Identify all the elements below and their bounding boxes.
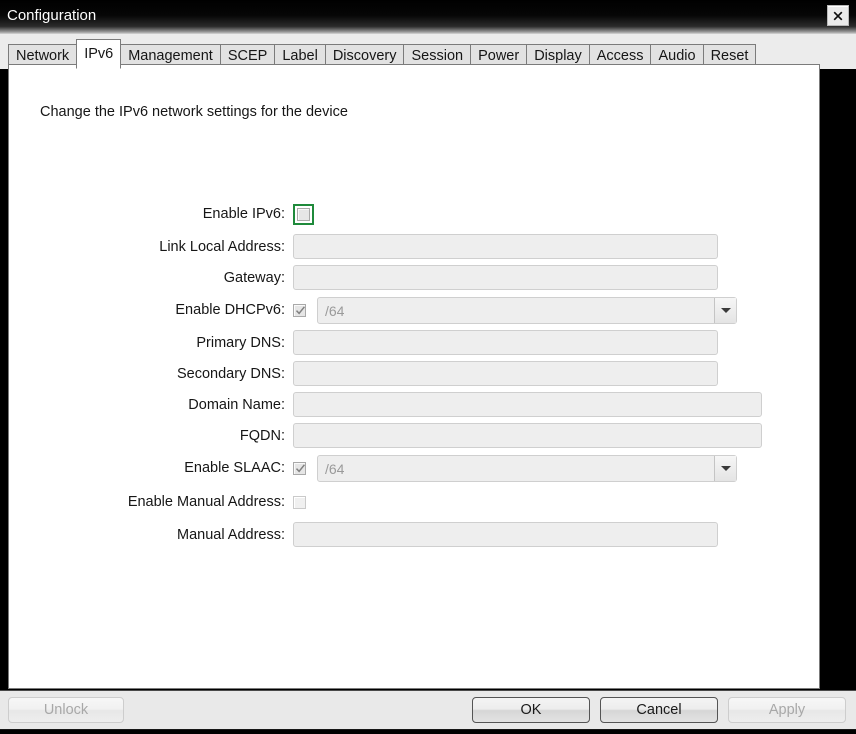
input-fqdn[interactable] bbox=[293, 423, 762, 448]
input-secondary-dns[interactable] bbox=[293, 361, 718, 386]
chevron-down-icon[interactable] bbox=[714, 455, 736, 481]
panel-description: Change the IPv6 network settings for the… bbox=[40, 104, 348, 120]
input-domain-name[interactable] bbox=[293, 392, 762, 417]
field-enable-manual-address bbox=[293, 495, 306, 509]
field-fqdn bbox=[293, 423, 762, 448]
label-primary-dns: Primary DNS: bbox=[196, 334, 285, 351]
dropdown-dhcpv6-prefix[interactable]: /64 bbox=[317, 296, 737, 324]
field-enable-slaac: /64 bbox=[293, 454, 737, 482]
row-fqdn: FQDN: bbox=[9, 420, 821, 451]
close-icon[interactable] bbox=[827, 5, 849, 26]
chevron-down-icon[interactable] bbox=[714, 297, 736, 323]
dropdown-dhcpv6-prefix-value: /64 bbox=[325, 302, 345, 319]
checkbox-enable-ipv6[interactable] bbox=[293, 203, 314, 225]
row-primary-dns: Primary DNS: bbox=[9, 327, 821, 358]
checkmark-icon bbox=[295, 305, 305, 315]
row-domain-name: Domain Name: bbox=[9, 389, 821, 420]
dropdown-slaac-prefix[interactable]: /64 bbox=[317, 454, 737, 482]
configuration-window: Configuration Network IPv6 Management SC… bbox=[0, 0, 856, 734]
row-secondary-dns: Secondary DNS: bbox=[9, 358, 821, 389]
window-title: Configuration bbox=[7, 7, 97, 24]
row-enable-dhcpv6: Enable DHCPv6: /64 bbox=[9, 293, 821, 327]
checkbox-enable-ipv6-box bbox=[297, 207, 310, 221]
input-gateway[interactable] bbox=[293, 265, 718, 290]
input-manual-address[interactable] bbox=[293, 522, 718, 547]
row-enable-ipv6: Enable IPv6: bbox=[9, 197, 821, 231]
ipv6-settings-panel: Change the IPv6 network settings for the… bbox=[8, 64, 820, 689]
field-link-local-address bbox=[293, 234, 718, 259]
label-enable-dhcpv6: Enable DHCPv6: bbox=[175, 302, 285, 318]
row-gateway: Gateway: bbox=[9, 262, 821, 293]
label-manual-address: Manual Address: bbox=[176, 526, 285, 543]
input-link-local-address[interactable] bbox=[293, 234, 718, 259]
label-enable-manual-address: Enable Manual Address: bbox=[127, 494, 285, 510]
field-enable-ipv6 bbox=[293, 203, 314, 225]
field-domain-name bbox=[293, 392, 762, 417]
field-gateway bbox=[293, 265, 718, 290]
ok-button[interactable]: OK bbox=[472, 697, 590, 723]
field-secondary-dns bbox=[293, 361, 718, 386]
label-link-local-address: Link Local Address: bbox=[159, 238, 285, 255]
field-primary-dns bbox=[293, 330, 718, 355]
apply-button[interactable]: Apply bbox=[728, 697, 846, 723]
dialog-button-bar: Unlock OK Cancel Apply bbox=[0, 690, 856, 730]
label-domain-name: Domain Name: bbox=[188, 396, 285, 413]
checkbox-enable-slaac[interactable] bbox=[293, 461, 306, 475]
row-enable-slaac: Enable SLAAC: /64 bbox=[9, 451, 821, 485]
checkbox-enable-manual-address[interactable] bbox=[293, 495, 306, 509]
dropdown-slaac-prefix-value: /64 bbox=[325, 460, 345, 477]
cancel-button[interactable]: Cancel bbox=[600, 697, 718, 723]
title-bar: Configuration bbox=[0, 0, 856, 34]
checkbox-enable-dhcpv6[interactable] bbox=[293, 303, 306, 317]
label-enable-ipv6: Enable IPv6: bbox=[202, 206, 285, 222]
field-manual-address bbox=[293, 522, 718, 547]
unlock-button[interactable]: Unlock bbox=[8, 697, 124, 723]
label-secondary-dns: Secondary DNS: bbox=[177, 365, 285, 382]
tab-ipv6[interactable]: IPv6 bbox=[76, 39, 122, 69]
checkmark-icon bbox=[295, 463, 305, 473]
row-link-local-address: Link Local Address: bbox=[9, 231, 821, 262]
row-manual-address: Manual Address: bbox=[9, 519, 821, 550]
label-gateway: Gateway: bbox=[223, 269, 285, 286]
ipv6-form: Enable IPv6: Link Local Address: Gateway… bbox=[9, 197, 821, 550]
label-enable-slaac: Enable SLAAC: bbox=[184, 460, 285, 476]
row-enable-manual-address: Enable Manual Address: bbox=[9, 485, 821, 519]
label-fqdn: FQDN: bbox=[239, 427, 285, 444]
input-primary-dns[interactable] bbox=[293, 330, 718, 355]
field-enable-dhcpv6: /64 bbox=[293, 296, 737, 324]
